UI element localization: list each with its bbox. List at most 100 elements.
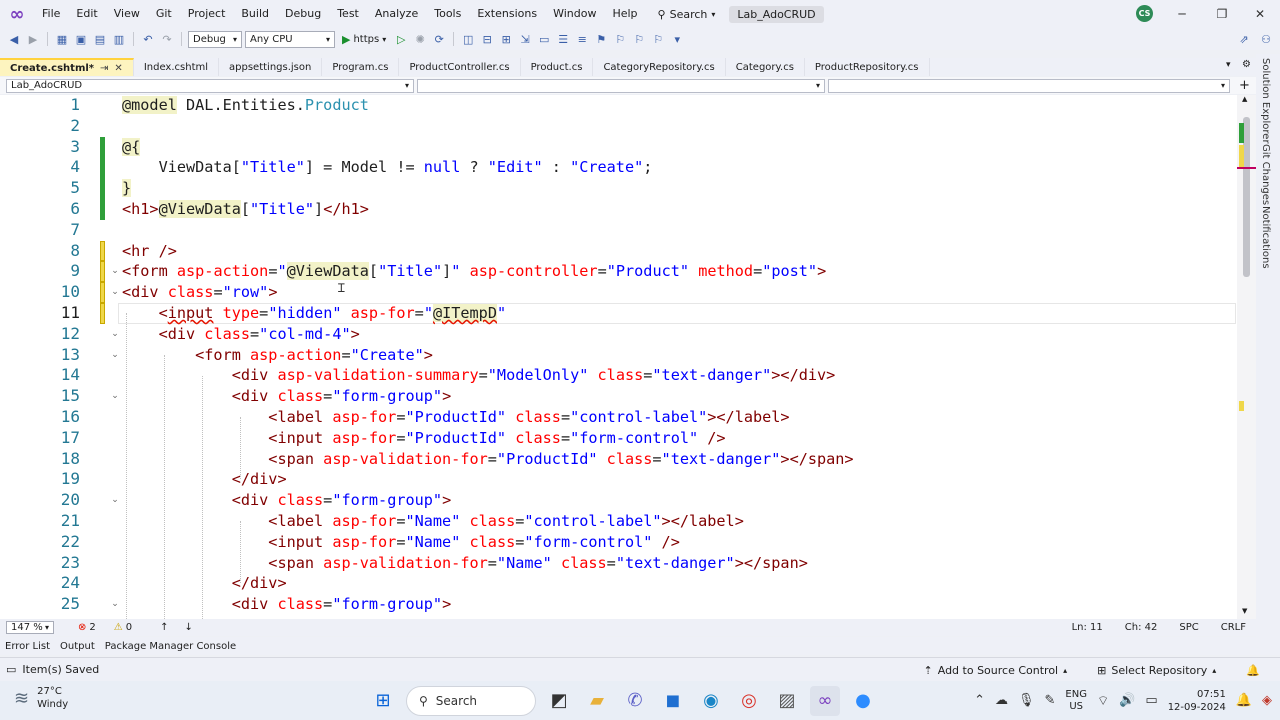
- rail-tab[interactable]: Git Changes: [1260, 144, 1271, 205]
- code-line[interactable]: 9 ⌄ <form asp-action="@ViewData["Title"]" …: [0, 261, 1236, 283]
- search-menu[interactable]: ⚲ Search ▾: [650, 4, 724, 24]
- open-folder-icon[interactable]: ▣: [73, 31, 89, 47]
- code-line[interactable]: 23 <span asp-validation-for="Name" class…: [0, 553, 1236, 574]
- prev-issue-icon[interactable]: ↑: [160, 622, 168, 633]
- tab-document[interactable]: Category.cs: [726, 58, 805, 76]
- menu-item[interactable]: Project: [180, 0, 234, 28]
- photos-icon[interactable]: ▨: [772, 686, 802, 716]
- tab-document[interactable]: ProductRepository.cs: [805, 58, 930, 76]
- menu-item[interactable]: Debug: [277, 0, 329, 28]
- browser-link-icon[interactable]: ◫: [460, 31, 476, 47]
- taskbar-search[interactable]: ⚲ Search: [406, 685, 536, 716]
- step-icon[interactable]: ⇲: [517, 31, 533, 47]
- member-dropdown[interactable]: ▾: [828, 78, 1230, 93]
- menu-item[interactable]: Window: [545, 0, 604, 28]
- code-line[interactable]: 15 ⌄ <div class="form-group">: [0, 386, 1236, 407]
- whitespace-indicator[interactable]: SPC: [1179, 622, 1198, 633]
- menu-item[interactable]: Edit: [68, 0, 105, 28]
- tab-document[interactable]: Index.cshtml: [134, 58, 220, 76]
- pen-icon[interactable]: ✎: [1045, 693, 1056, 708]
- fold-chevron-icon[interactable]: ⌄: [110, 261, 120, 282]
- code-line[interactable]: 14 <div asp-validation-summary="ModelOnl…: [0, 365, 1236, 386]
- restore-icon[interactable]: ❐: [1202, 0, 1242, 28]
- zoom-icon[interactable]: ●: [848, 686, 878, 716]
- code-line[interactable]: 8 <hr />: [0, 240, 1236, 262]
- code-line[interactable]: 7: [0, 220, 1236, 241]
- menu-item[interactable]: File: [34, 0, 68, 28]
- chevron-up-icon[interactable]: ⌃: [974, 693, 985, 708]
- copilot-icon[interactable]: ◈: [1262, 693, 1272, 708]
- code-line[interactable]: 11 <input type="hidden" asp-for="@ITempD…: [0, 303, 1236, 324]
- code-line[interactable]: 2: [0, 116, 1236, 137]
- code-line[interactable]: 5}: [0, 178, 1236, 199]
- tab-document[interactable]: Product.cs: [521, 58, 594, 76]
- minimize-icon[interactable]: ─: [1162, 0, 1202, 28]
- live-share-icon[interactable]: ⇗: [1236, 31, 1252, 47]
- hot-reload-icon[interactable]: ✺: [412, 31, 428, 47]
- warning-count[interactable]: ⚠ 0: [114, 622, 132, 633]
- bookmark-clear-icon[interactable]: ⚐: [650, 31, 666, 47]
- format-icon[interactable]: ⊞: [498, 31, 514, 47]
- notification-icon[interactable]: 🔔: [1236, 693, 1252, 708]
- layout-icon[interactable]: ⊟: [479, 31, 495, 47]
- code-line[interactable]: 1 @model DAL.Entities.Product: [0, 95, 1236, 116]
- add-to-source-control-button[interactable]: ⇡ Add to Source Control ▴: [924, 664, 1068, 677]
- feedback-icon[interactable]: ⚇: [1258, 31, 1274, 47]
- chrome-icon[interactable]: ◎: [734, 686, 764, 716]
- redo-icon[interactable]: ↷: [159, 31, 175, 47]
- clock[interactable]: 07:51 12-09-2024: [1168, 688, 1226, 714]
- menu-item[interactable]: Analyze: [367, 0, 426, 28]
- toolbar-overflow-icon[interactable]: ▾: [669, 31, 685, 47]
- split-editor-icon[interactable]: +: [1239, 78, 1250, 93]
- code-line[interactable]: 25 ⌄ <div class="form-group">: [0, 594, 1236, 615]
- editor-scrollbar[interactable]: ▲ ▼: [1237, 95, 1256, 619]
- platform-select[interactable]: Any CPU ▾: [245, 30, 335, 48]
- bookmark-next-icon[interactable]: ⚐: [631, 31, 647, 47]
- tool-window-tab[interactable]: Output: [55, 641, 100, 652]
- file-explorer-icon[interactable]: ▰: [582, 686, 612, 716]
- menu-item[interactable]: Tools: [426, 0, 469, 28]
- select-repository-button[interactable]: ⊞ Select Repository ▴: [1097, 664, 1216, 677]
- weather-widget[interactable]: ≋ 27°C Windy: [14, 685, 68, 711]
- code-line[interactable]: 18 <span asp-validation-for="ProductId" …: [0, 449, 1236, 470]
- menu-item[interactable]: View: [106, 0, 148, 28]
- next-issue-icon[interactable]: ↓: [185, 622, 193, 633]
- rail-tab[interactable]: Notifications: [1260, 206, 1271, 269]
- menu-item[interactable]: Build: [233, 0, 277, 28]
- menu-item[interactable]: Help: [604, 0, 645, 28]
- panel-icon[interactable]: ▭: [536, 31, 552, 47]
- back-icon[interactable]: ◀: [6, 31, 22, 47]
- column-indicator[interactable]: Ch: 42: [1125, 622, 1158, 633]
- edge-icon[interactable]: ◉: [696, 686, 726, 716]
- task-view-icon[interactable]: ◩: [544, 686, 574, 716]
- volume-icon[interactable]: 🔊: [1119, 693, 1135, 708]
- store-icon[interactable]: ◼: [658, 686, 688, 716]
- new-project-icon[interactable]: ▦: [54, 31, 70, 47]
- code-line[interactable]: 20 ⌄ <div class="form-group">: [0, 490, 1236, 511]
- scrollbar-thumb[interactable]: [1243, 117, 1250, 277]
- forward-icon[interactable]: ▶: [25, 31, 41, 47]
- visual-studio-logo-icon[interactable]: ∞: [0, 0, 34, 28]
- visual-studio-taskbar-icon[interactable]: ∞: [810, 685, 840, 716]
- refresh-icon[interactable]: ⟳: [431, 31, 447, 47]
- tab-document[interactable]: Program.cs: [322, 58, 400, 76]
- code-line[interactable]: 3 @{: [0, 136, 1236, 158]
- code-line[interactable]: 12 ⌄ <div class="col-md-4">: [0, 324, 1236, 345]
- fold-chevron-icon[interactable]: ⌄: [110, 324, 120, 345]
- code-line[interactable]: 21 <label asp-for="Name" class="control-…: [0, 511, 1236, 532]
- close-icon[interactable]: ✕: [114, 63, 122, 74]
- code-line[interactable]: 4 ViewData["Title"] = Model != null ? "E…: [0, 157, 1236, 179]
- notifications-bell-icon[interactable]: 🔔: [1246, 664, 1260, 677]
- eol-indicator[interactable]: CRLF: [1221, 622, 1246, 633]
- fold-chevron-icon[interactable]: ⌄: [110, 282, 120, 303]
- avatar[interactable]: CS: [1136, 5, 1153, 22]
- menu-item[interactable]: Git: [148, 0, 180, 28]
- bookmark-icon[interactable]: ⚑: [593, 31, 609, 47]
- scroll-down-icon[interactable]: ▼: [1242, 607, 1247, 615]
- tab-document[interactable]: appsettings.json: [219, 58, 323, 76]
- code-line[interactable]: 24 </div>: [0, 573, 1236, 594]
- line-indicator[interactable]: Ln: 11: [1072, 622, 1103, 633]
- start-without-debug-icon[interactable]: ▷: [393, 31, 409, 47]
- scroll-up-icon[interactable]: ▲: [1242, 95, 1247, 103]
- code-line[interactable]: 19 </div>: [0, 469, 1236, 490]
